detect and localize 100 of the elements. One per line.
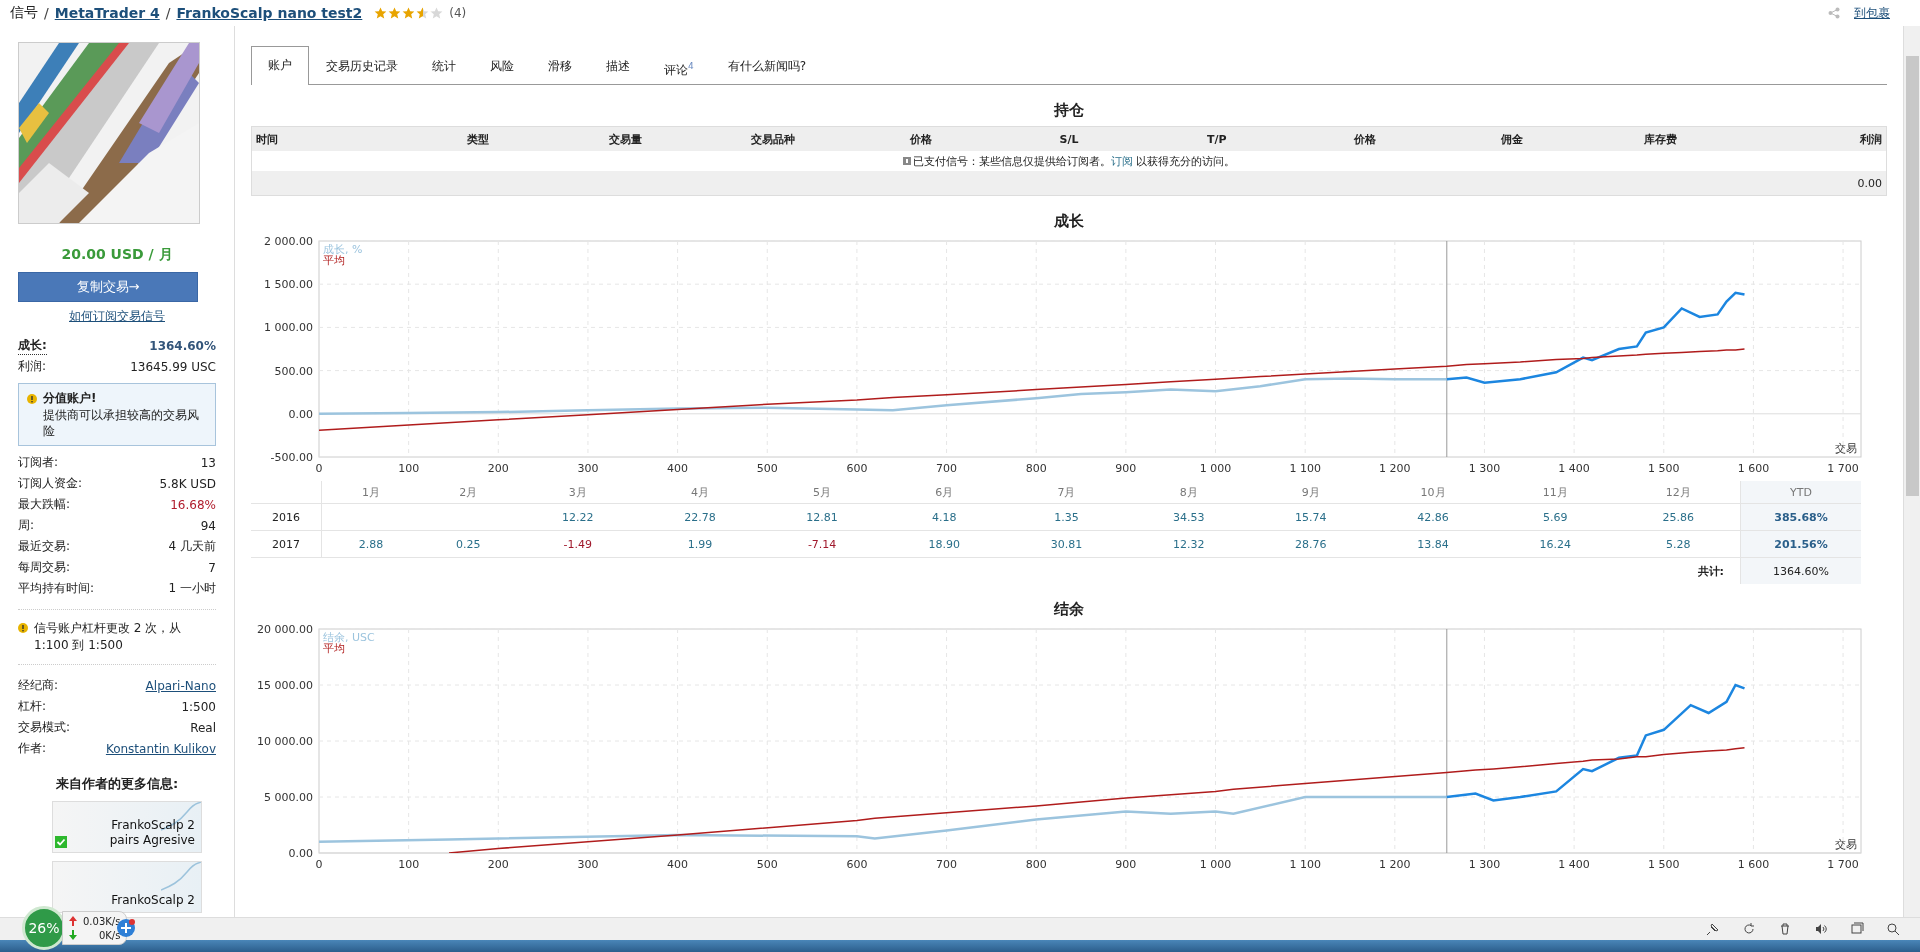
- axis-tick-label: 1 000.00: [264, 321, 313, 335]
- stat-value: 1:500: [181, 699, 216, 714]
- subscribe-help-link[interactable]: 如何订阅交易信号: [69, 309, 165, 323]
- axis-tick-label: 500: [756, 858, 778, 871]
- legend-label: 结余, USC: [323, 631, 375, 644]
- star-icon: [374, 7, 388, 19]
- tab[interactable]: 有什么新闻吗?: [710, 47, 824, 85]
- tab[interactable]: 评论$^{4}$: [647, 47, 711, 85]
- axis-tick-label: 15 000.00: [257, 679, 313, 692]
- price-label: 20.00 USD / 月: [60, 246, 174, 264]
- year-label: 2017: [251, 530, 322, 558]
- axis-tick-label: 900: [1115, 858, 1137, 871]
- column-header: 交易量: [609, 132, 643, 146]
- stat-value: 16.68%: [170, 497, 216, 512]
- axis-tick-label: 1 700: [1827, 858, 1859, 871]
- stat-value: 1 一小时: [168, 580, 216, 597]
- lock-icon: [902, 156, 911, 165]
- axis-tick-label: 1 400: [1558, 858, 1590, 871]
- axis-tick-label: 300: [577, 858, 599, 871]
- breadcrumb-link[interactable]: MetaTrader 4: [54, 5, 160, 21]
- table-cell: 25.86: [1662, 510, 1694, 524]
- stat-label: 订阅者:: [18, 454, 59, 471]
- speaker-icon: [1814, 922, 1828, 936]
- column-header: 时间: [256, 132, 278, 146]
- product-subtitle: pairs Agresive: [109, 833, 195, 848]
- product-card[interactable]: FrankoScalp 2: [52, 861, 202, 913]
- tab[interactable]: 滑移: [531, 47, 589, 85]
- stat-value: 13645.99 USC: [130, 359, 216, 374]
- scrollbar[interactable]: [1903, 26, 1920, 917]
- breadcrumb-link[interactable]: FrankoScalp nano test2: [176, 5, 363, 21]
- month-header: 6月: [883, 481, 1006, 504]
- column-header: T/P: [1207, 132, 1227, 146]
- axis-tick-label: 1 000: [1199, 462, 1232, 475]
- search-icon: [1886, 922, 1900, 936]
- month-header: 3月: [516, 481, 639, 504]
- axis-tick-label: 10 000.00: [257, 735, 313, 748]
- table-cell: 15.74: [1295, 510, 1327, 524]
- column-header: 库存费: [1643, 132, 1677, 146]
- subscribe-link[interactable]: 订阅: [1110, 154, 1133, 168]
- tab[interactable]: 账户: [251, 46, 309, 85]
- year-label: 2016: [251, 503, 322, 531]
- total-value: 1364.60%: [1773, 564, 1829, 578]
- breadcrumb-link[interactable]: 信号: [10, 4, 38, 22]
- stat-link[interactable]: Konstantin Kulikov: [105, 741, 216, 756]
- pin-icon: [1706, 922, 1720, 936]
- axis-tick-label: 2 000.00: [264, 237, 313, 248]
- axis-tick-label: 0.00: [288, 847, 313, 860]
- stat-label: 周:: [18, 517, 35, 534]
- tab[interactable]: 统计: [415, 47, 473, 85]
- scrollbar-thumb[interactable]: [1905, 56, 1919, 496]
- total-value: 0.00: [1857, 176, 1882, 190]
- axis-tick-label: 800: [1025, 462, 1047, 475]
- tab[interactable]: 描述: [589, 47, 647, 85]
- paid-signal-notice: 已支付信号：某些信息仅提供给订阅者。订阅 以获得充分的访问。: [912, 154, 1236, 168]
- stat-label: 成长:: [18, 336, 47, 355]
- tab[interactable]: 交易历史记录: [309, 47, 415, 85]
- table-cell: -7.14: [807, 537, 837, 551]
- ytd-value: 201.56%: [1774, 537, 1828, 551]
- ytd-value: 385.68%: [1774, 510, 1828, 524]
- table-cell: 2.88: [358, 537, 384, 551]
- tooltip-title: 分值账户!: [43, 390, 97, 407]
- stat-label: 杠杆:: [18, 698, 47, 715]
- window-icon: [1850, 922, 1864, 936]
- table-cell: -1.49: [563, 537, 592, 551]
- stat-label: 最近交易:: [18, 538, 71, 555]
- table-cell: 30.81: [1050, 537, 1083, 551]
- axis-tick-label: 1 100: [1289, 858, 1321, 871]
- copy-trades-button[interactable]: 复制交易→: [18, 272, 198, 302]
- rating-count: (4): [449, 6, 467, 20]
- table-cell: 1.99: [687, 537, 713, 551]
- product-card[interactable]: FrankoScalp 2 pairs Agresive: [52, 801, 202, 853]
- product-name: FrankoScalp 2: [111, 818, 195, 833]
- star-icon: [388, 7, 402, 19]
- tab[interactable]: 风险: [473, 47, 531, 85]
- axis-tick-label: 500.00: [274, 364, 313, 378]
- month-header: 10月: [1371, 481, 1495, 504]
- column-header: 利润: [1860, 132, 1882, 146]
- column-header: 交易品种: [751, 132, 796, 146]
- axis-tick-label: 100: [398, 462, 420, 475]
- table-cell: 12.81: [806, 510, 838, 524]
- axis-tick-label: 200: [487, 462, 509, 475]
- legend-label: 成长, %: [323, 243, 363, 256]
- trash-icon: [1778, 922, 1792, 936]
- header-link[interactable]: 到包裹: [1854, 4, 1890, 22]
- axis-tick-label: 5 000.00: [264, 791, 313, 804]
- stat-label: 作者:: [18, 740, 47, 757]
- axis-tick-label: 700: [936, 462, 958, 475]
- breadcrumb-separator: /: [165, 5, 171, 21]
- stat-link[interactable]: Alpari-Nano: [145, 678, 216, 693]
- table-cell: 0.25: [456, 537, 481, 551]
- star-icon: [416, 7, 430, 19]
- axis-tick-label: 400: [667, 462, 689, 475]
- axis-title: 交易: [1835, 838, 1857, 851]
- table-cell: 13.84: [1417, 537, 1449, 551]
- month-header: 5月: [761, 481, 884, 504]
- stat-label: 最大跌幅:: [18, 496, 71, 513]
- star-icon: [402, 7, 416, 19]
- axis-tick-label: 1 300: [1468, 462, 1501, 475]
- tooltip-text: 提供商可以承担较高的交易风险: [42, 407, 200, 439]
- axis-tick-label: 600: [846, 462, 868, 475]
